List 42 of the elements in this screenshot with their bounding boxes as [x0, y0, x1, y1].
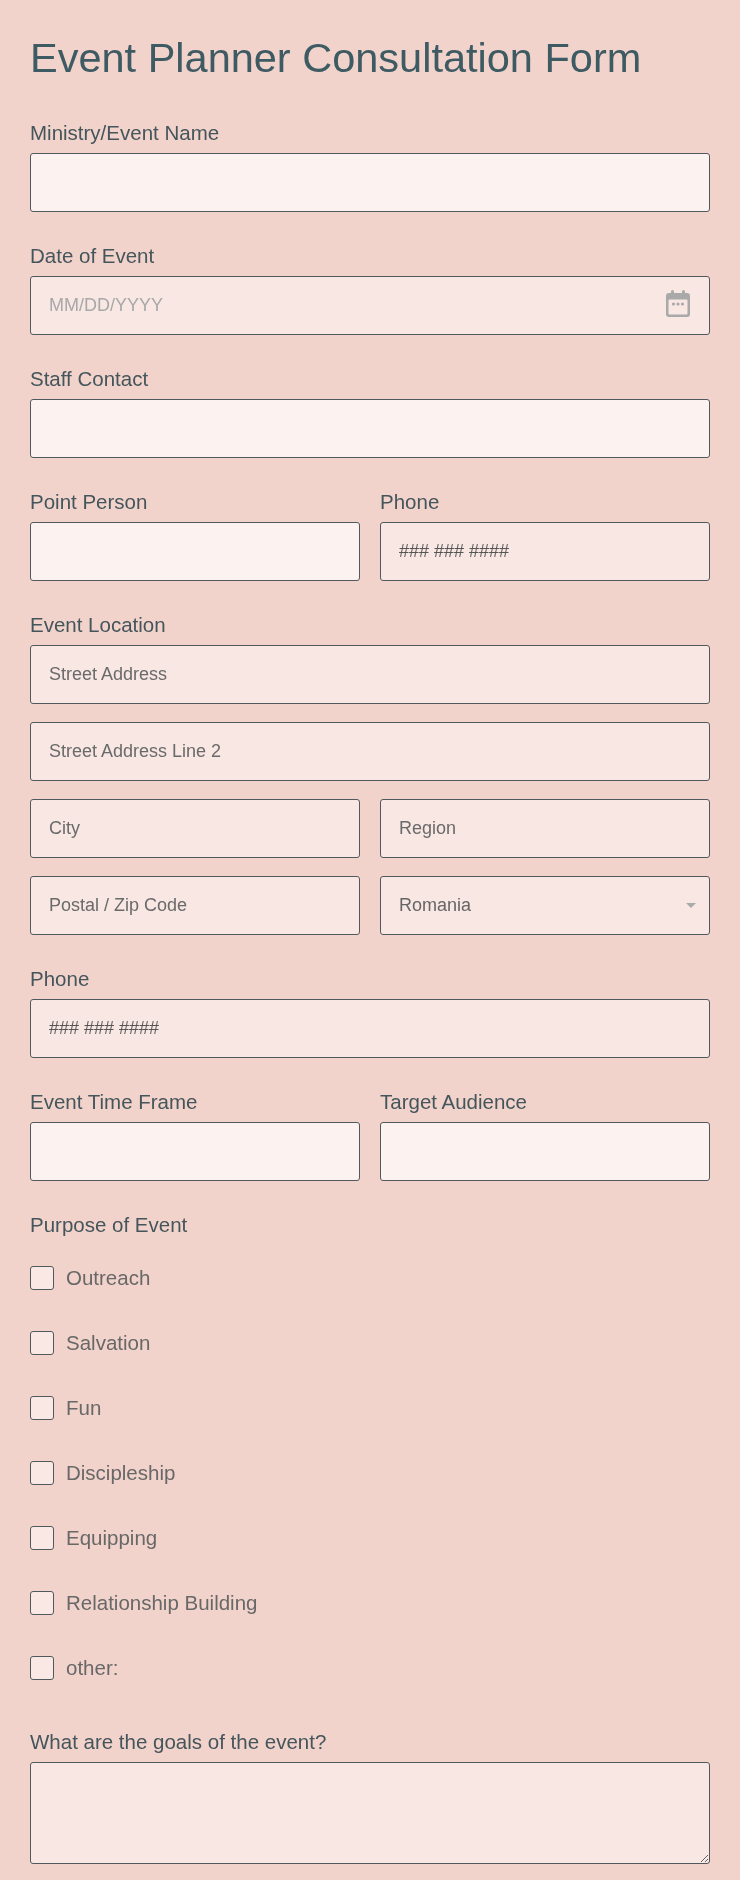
goals-textarea[interactable]	[30, 1762, 710, 1864]
checkbox[interactable]	[30, 1526, 54, 1550]
input-field[interactable]	[30, 153, 710, 212]
checkbox-label: Salvation	[66, 1331, 151, 1355]
input-field[interactable]	[380, 1122, 710, 1181]
input-field[interactable]	[30, 522, 360, 581]
region-field[interactable]: Region	[380, 799, 710, 858]
input-field[interactable]	[30, 1122, 360, 1181]
phone-field[interactable]: ### ### ####	[380, 522, 710, 581]
checkbox[interactable]	[30, 1266, 54, 1290]
address-line-2-field[interactable]: Street Address Line 2	[30, 722, 710, 781]
field-label: Ministry/Event Name	[30, 121, 220, 145]
checkbox[interactable]	[30, 1656, 54, 1680]
city-field[interactable]: City	[30, 799, 360, 858]
street-address-field[interactable]: Street Address	[30, 645, 710, 704]
checkbox-label: Relationship Building	[66, 1591, 258, 1615]
checkbox-label: other:	[66, 1656, 119, 1680]
checkbox[interactable]	[30, 1396, 54, 1420]
input-field[interactable]	[30, 399, 710, 458]
field-label: Date of Event	[30, 244, 155, 268]
field-label: Event Location	[30, 613, 166, 637]
checkbox[interactable]	[30, 1331, 54, 1355]
field-label: Point Person	[30, 490, 148, 514]
field-label: Phone	[380, 490, 440, 514]
checkbox-label: Fun	[66, 1396, 102, 1420]
checkbox[interactable]	[30, 1591, 54, 1615]
checkbox-label: Equipping	[66, 1526, 158, 1550]
field-label: Staff Contact	[30, 367, 149, 391]
checkbox-label: Outreach	[66, 1266, 151, 1290]
postal-code-field[interactable]: Postal / Zip Code	[30, 876, 360, 935]
field-label: Phone	[30, 967, 90, 991]
checkbox[interactable]	[30, 1461, 54, 1485]
phone-field[interactable]: ### ### ####	[30, 999, 710, 1058]
form-title: Event Planner Consultation Form	[30, 33, 643, 83]
field-label: What are the goals of the event?	[30, 1730, 327, 1754]
field-label: Event Time Frame	[30, 1090, 198, 1114]
field-label: Purpose of Event	[30, 1213, 188, 1237]
field-label: Target Audience	[380, 1090, 528, 1114]
date-field[interactable]: MM/DD/YYYY	[30, 276, 710, 335]
country-select[interactable]: Romania	[380, 876, 710, 935]
caret-icon	[686, 903, 696, 908]
checkbox-label: Discipleship	[66, 1461, 176, 1485]
